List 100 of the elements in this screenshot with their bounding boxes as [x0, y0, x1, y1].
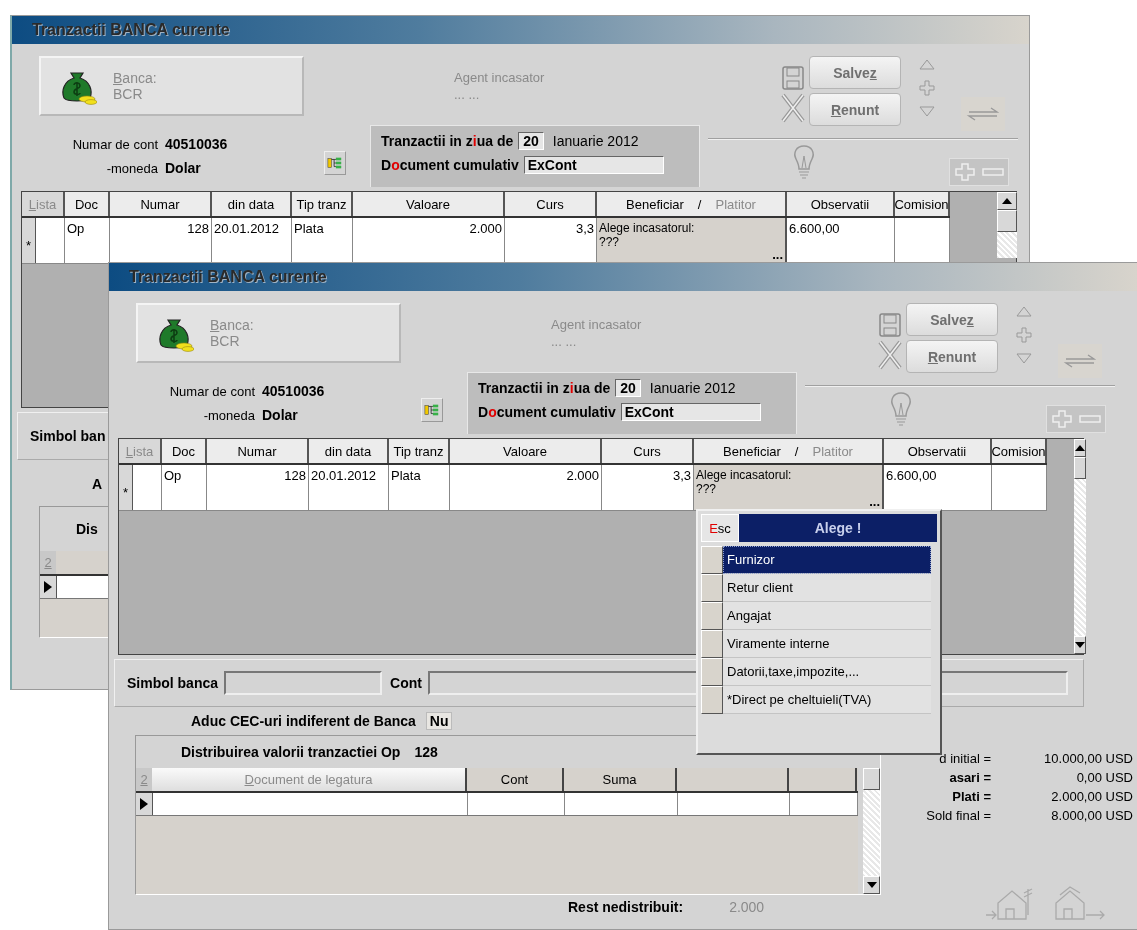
column-header[interactable]: Valoare [353, 192, 505, 216]
scroll-down-button[interactable] [1074, 636, 1086, 654]
lightbulb-icon[interactable] [889, 391, 913, 427]
total-value: 10.000,00 USD [1043, 751, 1133, 766]
day-field[interactable]: 20 [518, 132, 544, 150]
table-cell: Op [162, 465, 207, 510]
transaction-day-label: Tranzactii in ziua de [478, 380, 611, 396]
ellipsis-button[interactable]: ... [772, 250, 783, 260]
item-selector-button[interactable] [701, 686, 723, 714]
ellipsis-button[interactable]: ... [869, 497, 880, 507]
day-field[interactable]: 20 [615, 379, 641, 397]
cumulative-document-field[interactable]: ExCont [523, 156, 664, 174]
bank-symbol-field[interactable] [224, 671, 383, 695]
up-triangle-icon[interactable] [919, 58, 935, 70]
choice-item[interactable]: *Direct pe cheltuieli(TVA) [723, 686, 931, 714]
bank-name: BCR [210, 333, 241, 349]
tree-view-button[interactable] [421, 398, 443, 422]
total-label: Plati = [951, 789, 991, 804]
cumulative-document-label: Document cumulativ [478, 404, 616, 420]
item-selector-button[interactable] [701, 602, 723, 630]
column-header[interactable]: Tip tranz [389, 439, 450, 463]
table-cell: 128 [207, 465, 309, 510]
account-number: 40510036 [165, 136, 229, 152]
payee-text: Alege incasatorul: [599, 221, 696, 235]
checks-option-label: A [92, 476, 103, 492]
down-arrow-icon [1075, 642, 1085, 648]
choice-item[interactable]: Viramente interne [723, 630, 931, 658]
total-value: 8.000,00 USD [1050, 808, 1133, 823]
column-header[interactable]: Doc [162, 439, 207, 463]
total-label: Sold final = [926, 808, 991, 823]
lightbulb-icon[interactable] [792, 144, 816, 180]
column-header[interactable]: Doc [65, 192, 110, 216]
cancel-button[interactable]: Renunt [906, 340, 998, 373]
cumulative-document-label: Document cumulativ [381, 157, 519, 173]
column-header[interactable]: Curs [602, 439, 694, 463]
scroll-thumb[interactable] [997, 210, 1017, 232]
column-header[interactable]: Numar [207, 439, 309, 463]
down-triangle-icon[interactable] [1016, 353, 1032, 365]
choice-item[interactable]: Furnizor [723, 546, 931, 574]
vertical-scrollbar[interactable] [1074, 439, 1086, 654]
column-header[interactable]: din data [212, 192, 292, 216]
total-value: 0,00 USD [1075, 770, 1133, 785]
column-header[interactable]: Comision [895, 192, 950, 216]
month-label: Ianuarie 2012 [552, 133, 639, 149]
down-arrow-icon [866, 882, 877, 888]
scroll-down-button[interactable] [863, 876, 880, 894]
document-number: 128 [414, 744, 438, 760]
checks-option-toggle[interactable]: Nu [425, 712, 453, 730]
up-triangle-icon[interactable] [1016, 305, 1032, 317]
item-selector-button[interactable] [701, 630, 723, 658]
column-header[interactable]: Valoare [450, 439, 602, 463]
checks-option-label: Aduc CEC-uri indiferent de Banca [191, 713, 416, 729]
payee-text: ??? [599, 235, 621, 249]
save-button[interactable]: Salvez [809, 56, 901, 89]
column-header[interactable]: Comision [992, 439, 1047, 463]
column-header[interactable]: Observatii [787, 192, 895, 216]
table-cell: Plata [389, 465, 450, 510]
column-header[interactable]: Observatii [884, 439, 992, 463]
table-cell: 20.01.2012 [309, 465, 389, 510]
month-label: Ianuarie 2012 [649, 380, 736, 396]
cumulative-document-field[interactable]: ExCont [620, 403, 761, 421]
escape-button[interactable]: Esc [701, 514, 739, 542]
distribution-title: Distribuirea valorii tranzactiei Op [181, 744, 401, 760]
column-header[interactable]: Beneficiar / Platitor [597, 192, 787, 216]
column-header[interactable]: Curs [505, 192, 597, 216]
item-selector-button[interactable] [701, 658, 723, 686]
column-header[interactable]: Numar [110, 192, 212, 216]
down-triangle-icon[interactable] [919, 106, 935, 118]
choice-item[interactable]: Retur client [723, 574, 931, 602]
item-selector-button[interactable] [701, 546, 723, 574]
agent-label: Agent incasator [454, 70, 546, 85]
row-marker: * [22, 218, 36, 263]
scroll-thumb[interactable] [1074, 457, 1086, 479]
column-header[interactable]: Tip tranz [292, 192, 353, 216]
row-marker: * [119, 465, 133, 510]
account-field-label: Cont [390, 675, 422, 691]
account-number: 40510036 [262, 383, 326, 399]
undistributed-label: Rest nedistribuit: [568, 899, 684, 915]
scroll-up-button[interactable] [1074, 439, 1086, 457]
total-label: asari = [948, 770, 991, 785]
vertical-scrollbar[interactable] [863, 768, 880, 894]
agent-value: ... ... [454, 87, 481, 102]
cancel-button[interactable]: Renunt [809, 93, 901, 126]
account-label: Numar de cont [71, 137, 158, 152]
vertical-scrollbar[interactable] [997, 192, 1017, 258]
payee-picker-cell[interactable]: Alege incasatorul: ??? ... [597, 218, 787, 263]
save-button[interactable]: Salvez [906, 303, 998, 336]
agent-value: ... ... [551, 334, 578, 349]
currency-value: Dolar [165, 160, 202, 176]
scroll-thumb[interactable] [863, 768, 880, 790]
column-header[interactable]: Beneficiar / Platitor [694, 439, 884, 463]
account-label: Numar de cont [168, 384, 255, 399]
payee-picker-cell[interactable]: Alege incasatorul: ??? ... [694, 465, 884, 510]
choice-item[interactable]: Angajat [723, 602, 931, 630]
item-selector-button[interactable] [701, 574, 723, 602]
choice-item[interactable]: Datorii,taxe,impozite,... [723, 658, 931, 686]
distribution-title: Dis [76, 521, 98, 537]
column-header[interactable]: din data [309, 439, 389, 463]
tree-view-button[interactable] [324, 151, 346, 175]
scroll-up-button[interactable] [997, 192, 1017, 210]
